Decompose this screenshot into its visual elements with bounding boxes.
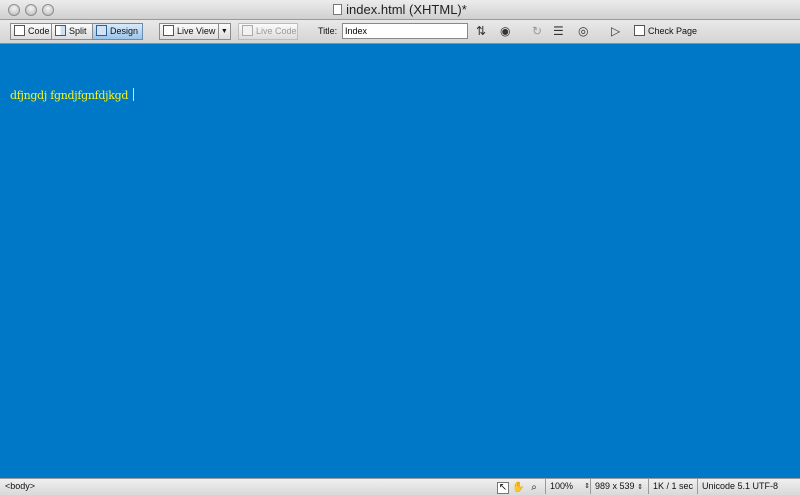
- zoom-tool[interactable]: ⌕: [528, 480, 540, 495]
- window-size-dropdown-icon: ⇕: [637, 484, 643, 491]
- code-view-icon: [14, 25, 25, 36]
- tag-selector[interactable]: <body>: [5, 479, 35, 494]
- visual-aids-icon[interactable]: ◎: [578, 25, 588, 38]
- hand-icon: ✋: [512, 482, 525, 493]
- live-view-dropdown-icon[interactable]: ▼: [218, 24, 229, 39]
- download-size-time: 1K / 1 sec: [648, 479, 698, 494]
- live-code-icon: [242, 25, 253, 36]
- zoom-select[interactable]: 100% ⇕: [545, 479, 590, 494]
- document-title-input[interactable]: [342, 23, 468, 39]
- design-view-canvas[interactable]: dfjngdj fgndjfgnfdjkgd: [0, 44, 800, 478]
- design-view-icon: [96, 25, 107, 36]
- check-page-button[interactable]: Check Page: [634, 23, 697, 40]
- file-management-icon[interactable]: ⇅: [476, 25, 486, 38]
- page-body-text[interactable]: dfjngdj fgndjfgnfdjkgd: [10, 88, 135, 102]
- design-view-label: Design: [110, 26, 139, 36]
- design-view-button[interactable]: Design: [93, 23, 143, 40]
- live-code-button[interactable]: Live Code: [238, 23, 298, 40]
- refresh-icon[interactable]: ↻: [532, 25, 542, 38]
- document-title-label: Title:: [318, 26, 338, 36]
- check-page-icon: [634, 25, 645, 36]
- validate-markup-icon[interactable]: ▷: [611, 25, 620, 38]
- document-toolbar: Code Split Design Live View ▼ Live Code T…: [0, 20, 800, 44]
- code-view-label: Code: [28, 26, 50, 36]
- hand-tool[interactable]: ✋: [512, 480, 524, 495]
- window-title: index.html (XHTML)*: [346, 2, 467, 17]
- zoom-value: 100%: [550, 481, 574, 491]
- window-size-value: 989 x 539: [595, 481, 635, 491]
- live-view-icon: [163, 25, 174, 36]
- live-view-button[interactable]: Live View ▼: [159, 23, 231, 40]
- check-page-label: Check Page: [648, 26, 698, 36]
- select-tool[interactable]: ↖: [497, 480, 509, 495]
- window-size-select[interactable]: 989 x 539 ⇕: [590, 479, 647, 494]
- pointer-icon: ↖: [497, 482, 509, 494]
- split-view-button[interactable]: Split: [52, 23, 93, 40]
- text-cursor: [133, 88, 135, 101]
- magnifier-icon: ⌕: [531, 482, 537, 493]
- encoding-indicator: Unicode 5.1 UTF-8: [697, 479, 800, 494]
- live-view-label: Live View: [177, 26, 216, 36]
- document-icon: [333, 4, 343, 15]
- title-bar: index.html (XHTML)*: [0, 0, 800, 20]
- window-title-container: index.html (XHTML)*: [0, 2, 800, 18]
- live-code-label: Live Code: [256, 26, 297, 36]
- document-window: index.html (XHTML)* Code Split Design Li…: [0, 0, 800, 495]
- split-view-icon: [55, 25, 66, 36]
- split-view-label: Split: [69, 26, 87, 36]
- page-paragraph[interactable]: dfjngdj fgndjfgnfdjkgd: [10, 89, 128, 102]
- preview-in-browser-icon[interactable]: ◉: [500, 25, 510, 38]
- status-bar: <body> ↖ ✋ ⌕ 100% ⇕ 989 x 539 ⇕ 1K / 1 s…: [0, 478, 800, 495]
- view-options-icon[interactable]: ☰: [553, 25, 564, 38]
- code-view-button[interactable]: Code: [10, 23, 52, 40]
